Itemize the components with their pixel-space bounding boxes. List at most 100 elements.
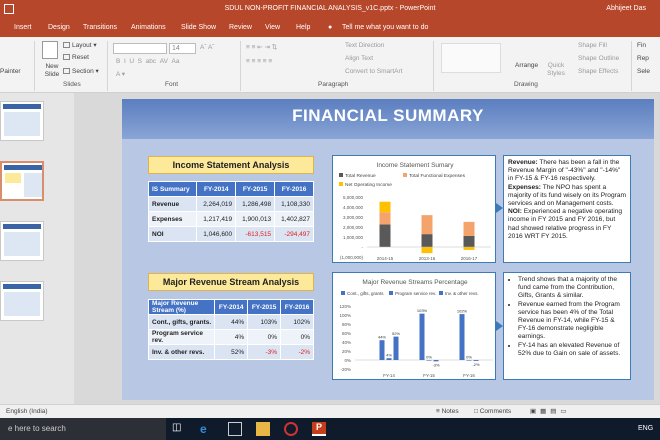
slide[interactable]: FINANCIAL SUMMARY Income Statement Analy… [122,99,654,400]
legend-swatch [439,291,443,295]
table-cell: -2% [280,344,314,360]
revenue-chart-box[interactable]: Major Revenue Streams Percentage Cont., … [332,272,496,380]
shape-effects-button[interactable]: Shape Effects [578,68,618,75]
legend-swatch [403,173,407,177]
font-family-select[interactable] [113,43,167,54]
task-view-icon[interactable]: ◫ [172,422,186,436]
quick-styles-button[interactable]: Quick Styles [543,62,569,78]
view-buttons[interactable]: ▣▦▤▭ [530,407,571,415]
bullet-list: Trend shows that a majority of the fund … [508,276,626,358]
tab-view[interactable]: View [265,24,280,31]
row-label: NOI [147,226,198,242]
tab-design[interactable]: Design [48,24,70,31]
y-tick-label: 20% [342,349,351,354]
revenue-table[interactable]: Major Revenue Stream (%) FY-2014 FY-2015… [147,299,314,360]
slide-thumbnail-selected[interactable] [0,161,44,201]
income-table[interactable]: IS Summary FY-2014 FY-2015 FY-2016 Reven… [147,181,314,242]
tab-help[interactable]: Help [296,24,310,31]
chart-bar [466,360,472,361]
select-button[interactable]: Sele [637,68,650,75]
replace-button[interactable]: Rep [637,55,649,62]
grow-font-icon[interactable]: Aˆ Aˇ [200,44,214,51]
y-tick-label: 80% [342,322,351,327]
language-indicator[interactable]: ENG [638,425,653,432]
bullets-button[interactable]: ≡ ≡ ⇤ ⇥ ⇅ [246,43,277,51]
title-bar: SDUL NON-PROFIT FINANCIAL ANALYSIS_v1C.p… [0,0,660,20]
legend-swatch [339,182,343,186]
slide-thumbnail[interactable] [0,101,44,141]
shapes-gallery[interactable] [441,43,501,73]
income-notes[interactable]: Revenue: There has been a fall in the Re… [503,155,631,263]
notes-button[interactable]: ≡ Notes [436,408,459,415]
language-status[interactable]: English (India) [6,408,48,415]
data-label: 0% [426,355,432,360]
tab-insert[interactable]: Insert [14,24,32,31]
data-label: 52% [392,331,400,336]
slide-title[interactable]: FINANCIAL SUMMARY [122,106,654,126]
new-slide-icon[interactable] [42,41,58,59]
comments-button[interactable]: □ Comments [474,408,511,415]
y-tick-label: 3,000,000 [343,215,364,220]
table-cell: -613,515 [235,226,276,242]
table-cell: 1,286,498 [235,196,276,212]
slide-thumbnail[interactable] [0,221,44,261]
font-group-label: Font [165,81,179,88]
font-size-value: 14 [172,45,180,52]
table-cell: 1,402,827 [274,211,314,227]
table-cell: 1,900,013 [235,211,276,227]
chart-bar [421,247,433,254]
tab-animations[interactable]: Animations [131,24,166,31]
align-text-button[interactable]: Align Text [345,55,373,62]
find-button[interactable]: Fin [637,42,646,49]
revenue-heading[interactable]: Major Revenue Stream Analysis [148,273,314,291]
store-icon[interactable] [228,422,242,436]
x-tick-label: FY-15 [423,373,435,378]
slide-title-bar: FINANCIAL SUMMARY [122,99,654,139]
legend-swatch [339,173,343,177]
font-size-select[interactable]: 14 [169,43,196,54]
y-tick-label: 120% [339,304,351,309]
tab-slide-show[interactable]: Slide Show [181,24,216,31]
x-tick-label: FY-14 [383,373,395,378]
user-name[interactable]: Abhijeet Das [606,5,646,12]
text-direction-button[interactable]: Text Direction [345,42,384,49]
bold-button[interactable]: B I U S abc AV Aa [116,58,179,65]
table-row: Program service rev. 4% 0% 0% [147,329,314,345]
section-label: Section [72,68,94,75]
reset-button[interactable]: Reset [63,54,89,61]
income-heading[interactable]: Income Statement Analysis [148,156,314,174]
chrome-icon[interactable] [284,422,298,436]
shape-fill-button[interactable]: Shape Fill [578,42,607,49]
new-slide-button[interactable]: New Slide [40,63,64,79]
format-painter-button[interactable]: Painter [0,68,21,75]
legend-label: Net Operating Income [345,182,392,188]
table-header: IS Summary [147,181,198,197]
tab-review[interactable]: Review [229,24,252,31]
revenue-notes[interactable]: Trend shows that a majority of the fund … [503,272,631,380]
file-explorer-icon[interactable] [256,422,270,436]
layout-button[interactable]: Layout ▾ [63,41,97,49]
section-icon [63,68,70,75]
window-title: SDUL NON-PROFIT FINANCIAL ANALYSIS_v1C.p… [224,5,436,12]
align-buttons[interactable]: ≡ ≡ ≡ ≡ ≡ [246,58,272,65]
comments-label: Comments [479,408,512,415]
slide-thumbnail[interactable] [0,281,44,321]
font-color-button[interactable]: A ▾ [116,70,125,78]
legend-label: Cont., gifts, grants [347,291,384,296]
section-button[interactable]: Section ▾ [63,67,99,75]
shape-outline-button[interactable]: Shape Outline [578,55,619,62]
chart-bar [386,358,392,360]
drawing-group-label: Drawing [514,81,538,88]
income-chart-box[interactable]: Income Statement Sumary Total Revenue To… [332,155,496,263]
table-header: FY-2014 [214,299,249,315]
powerpoint-icon[interactable]: P [312,422,326,436]
tab-transitions[interactable]: Transitions [83,24,117,31]
convert-smartart-button[interactable]: Convert to SmartArt [345,68,402,75]
arrange-button[interactable]: Arrange [515,62,538,69]
edge-icon[interactable]: e [200,422,214,436]
tell-me-search[interactable]: Tell me what you want to do [342,24,428,31]
bullet-item: FY-14 has an elevated Revenue of 52% due… [518,342,626,358]
taskbar-search[interactable]: e here to search [0,418,166,440]
paragraph-group-label: Paragraph [318,81,349,88]
chart-bar [473,360,479,361]
